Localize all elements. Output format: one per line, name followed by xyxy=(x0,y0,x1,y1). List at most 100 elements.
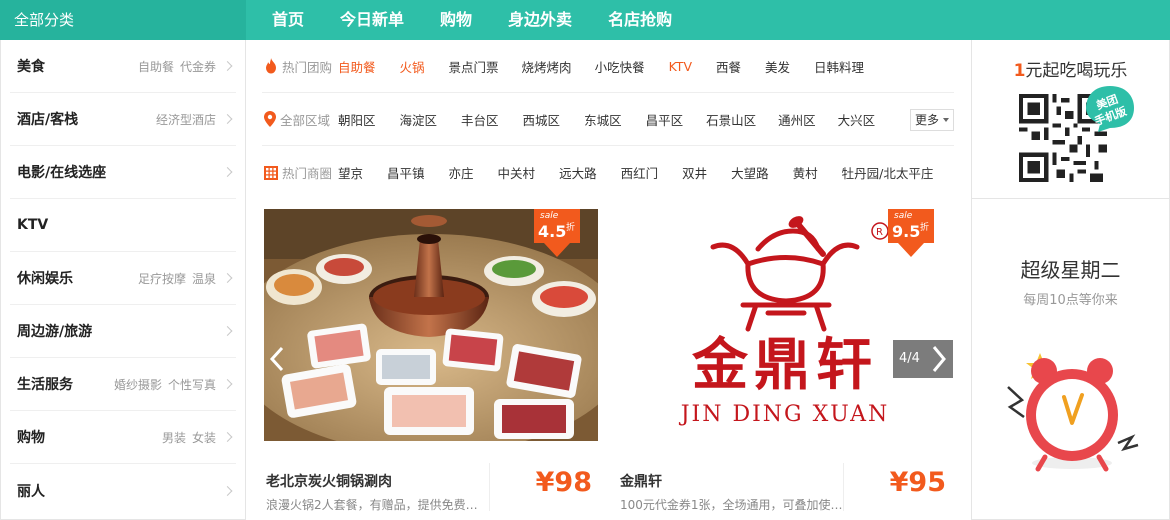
filter-option-area[interactable]: 西城区 xyxy=(523,110,561,129)
filter-option-district[interactable]: 远大路 xyxy=(559,163,597,182)
filter-option-bbq[interactable]: 烧烤烤肉 xyxy=(522,57,572,76)
sidebar-sub-link[interactable]: 婚纱摄影 xyxy=(114,376,162,393)
sidebar-sub-link[interactable]: 代金券 xyxy=(180,58,216,75)
sidebar-item-movie[interactable]: 电影/在线选座 xyxy=(10,146,236,199)
flame-icon xyxy=(266,58,276,74)
deal-title[interactable]: 金鼎轩 xyxy=(620,471,662,491)
all-categories-header[interactable]: 全部分类 xyxy=(0,0,246,40)
super-tuesday-title[interactable]: 超级星期二 xyxy=(972,254,1169,283)
nav-shopping[interactable]: 购物 xyxy=(422,0,490,40)
sidebar-item-label: 休闲娱乐 xyxy=(17,271,73,287)
filter-option-area[interactable]: 朝阳区 xyxy=(338,110,376,129)
svg-text:R: R xyxy=(876,227,883,238)
filter-option-buffet[interactable]: 自助餐 xyxy=(338,57,376,76)
sidebar-sub-links: 自助餐 代金券 xyxy=(138,58,216,75)
more-areas-dropdown[interactable]: 更多 xyxy=(909,109,954,131)
filter-option-hotpot[interactable]: 火锅 xyxy=(400,57,425,76)
nav-famous-stores[interactable]: 名店抢购 xyxy=(590,0,690,40)
filter-option-snacks[interactable]: 小吃快餐 xyxy=(595,57,645,76)
filter-option-district[interactable]: 西红门 xyxy=(621,163,659,182)
chevron-right-icon xyxy=(222,273,233,283)
deal-title[interactable]: 老北京炭火铜锅涮肉 xyxy=(266,471,392,491)
divider xyxy=(843,463,844,511)
deal-card[interactable]: sale 4.5 折 老北京炭火铜锅涮肉 浪漫火锅2人套餐，有赠品，提供免费… … xyxy=(264,209,598,520)
filter-option-area[interactable]: 通州区 xyxy=(778,110,816,129)
brand-logo-pinyin: JIN DING XUAN xyxy=(679,402,890,427)
chevron-right-icon xyxy=(222,485,233,496)
filter-option-district[interactable]: 大望路 xyxy=(731,163,769,182)
chevron-right-icon xyxy=(222,326,233,336)
filter-option-ktv[interactable]: KTV xyxy=(669,59,692,74)
filter-option-district[interactable]: 昌平镇 xyxy=(387,163,425,182)
alarm-clock-icon xyxy=(1007,353,1139,472)
sidebar-sub-links: 足疗按摩 温泉 xyxy=(138,270,216,287)
chevron-right-icon xyxy=(222,432,233,442)
sidebar-item-life-service[interactable]: 生活服务 婚纱摄影 个性写真 xyxy=(10,358,236,411)
filter-option-district[interactable]: 亦庄 xyxy=(449,163,474,182)
filter-options: 朝阳区 海淀区 丰台区 西城区 东城区 昌平区 石景山区 通州区 大兴区 xyxy=(338,110,875,129)
app-download-promo[interactable]: 1元起吃喝玩乐 美团 手机版 xyxy=(972,40,1169,199)
filter-option-hair[interactable]: 美发 xyxy=(765,57,790,76)
sidebar-item-label: 生活服务 xyxy=(17,377,73,393)
sidebar-item-leisure[interactable]: 休闲娱乐 足疗按摩 温泉 xyxy=(10,252,236,305)
filter-row-districts: 热门商圈 望京 昌平镇 亦庄 中关村 远大路 西红门 双井 大望路 黄村 牡丹园… xyxy=(262,146,954,199)
sidebar-item-beauty[interactable]: 丽人 xyxy=(10,464,236,517)
chevron-right-icon xyxy=(222,61,233,71)
chevron-right-icon xyxy=(222,114,233,124)
sidebar-item-label: 购物 xyxy=(17,430,45,446)
nav-today-new[interactable]: 今日新单 xyxy=(322,0,422,40)
filter-option-area[interactable]: 东城区 xyxy=(584,110,622,129)
discount-badge: sale 4.5 折 xyxy=(534,209,580,257)
filter-option-district[interactable]: 望京 xyxy=(338,163,363,182)
chevron-right-icon xyxy=(222,167,233,177)
filter-option-district[interactable]: 黄村 xyxy=(793,163,818,182)
top-nav-bar: 全部分类 首页 今日新单 购物 身边外卖 名店抢购 xyxy=(0,0,1170,40)
sidebar-item-hotel[interactable]: 酒店/客栈 经济型酒店 xyxy=(10,93,236,146)
filter-label: 全部区域 xyxy=(262,110,338,129)
filter-option-area[interactable]: 石景山区 xyxy=(706,110,756,129)
brand-logo-text: 金鼎轩 xyxy=(691,332,878,398)
nav-takeout[interactable]: 身边外卖 xyxy=(490,0,590,40)
chevron-right-icon xyxy=(222,379,233,389)
sidebar-item-ktv[interactable]: KTV xyxy=(10,199,236,252)
filter-option-tickets[interactable]: 景点门票 xyxy=(449,57,499,76)
carousel-pager: 4/4 xyxy=(899,351,920,366)
deal-price: ¥98 xyxy=(535,467,592,498)
filter-row-areas: 全部区域 朝阳区 海淀区 丰台区 西城区 东城区 昌平区 石景山区 通州区 大兴… xyxy=(262,93,954,146)
location-pin-icon xyxy=(264,111,276,127)
sidebar-item-shopping[interactable]: 购物 男装 女装 xyxy=(10,411,236,464)
sidebar-sub-links: 男装 女装 xyxy=(162,429,216,446)
filter-option-area[interactable]: 丰台区 xyxy=(461,110,499,129)
sidebar-item-label: 丽人 xyxy=(17,483,45,500)
filter-option-district[interactable]: 双井 xyxy=(682,163,707,182)
carousel-next-button[interactable]: 4/4 xyxy=(893,340,953,378)
building-icon xyxy=(264,165,278,180)
promo-headline: 1元起吃喝玩乐 xyxy=(1013,61,1128,81)
filter-option-japanese-korean[interactable]: 日韩料理 xyxy=(814,57,864,76)
filter-option-area[interactable]: 大兴区 xyxy=(838,110,876,129)
filter-option-western[interactable]: 西餐 xyxy=(716,57,741,76)
sidebar-sub-link[interactable]: 温泉 xyxy=(192,270,216,287)
nav-home[interactable]: 首页 xyxy=(254,0,322,40)
main-nav: 首页 今日新单 购物 身边外卖 名店抢购 xyxy=(254,0,690,40)
filter-option-area[interactable]: 昌平区 xyxy=(646,110,684,129)
sidebar-sub-link[interactable]: 个性写真 xyxy=(168,376,216,393)
category-sidebar: 美食 自助餐 代金券 酒店/客栈 经济型酒店 电影/在线选座 KTV 休闲娱乐 … xyxy=(0,40,246,520)
sidebar-sub-link[interactable]: 自助餐 xyxy=(138,58,174,75)
sidebar-sub-link[interactable]: 足疗按摩 xyxy=(138,270,186,287)
sidebar-sub-link[interactable]: 经济型酒店 xyxy=(156,111,216,128)
sidebar-item-label: 美食 xyxy=(17,59,45,75)
sidebar-item-travel[interactable]: 周边游/旅游 xyxy=(10,305,236,358)
sidebar-item-food[interactable]: 美食 自助餐 代金券 xyxy=(10,40,236,93)
filter-label: 热门商圈 xyxy=(262,163,338,182)
filter-option-area[interactable]: 海淀区 xyxy=(400,110,438,129)
deal-price: ¥95 xyxy=(889,467,946,498)
sidebar-sub-link[interactable]: 女装 xyxy=(192,429,216,446)
sidebar-sub-link[interactable]: 男装 xyxy=(162,429,186,446)
carousel-prev-button[interactable] xyxy=(266,345,290,373)
filter-options: 望京 昌平镇 亦庄 中关村 远大路 西红门 双井 大望路 黄村 牡丹园/北太平庄 xyxy=(338,163,933,182)
divider xyxy=(489,463,490,511)
filter-option-district[interactable]: 中关村 xyxy=(498,163,536,182)
deal-description: 100元代金券1张，全场通用，可叠加使… xyxy=(620,498,842,512)
filter-option-district[interactable]: 牡丹园/北太平庄 xyxy=(842,163,934,182)
